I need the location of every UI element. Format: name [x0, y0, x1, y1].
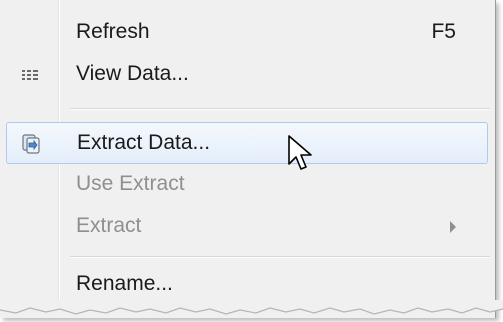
menu-item-label: Extract: [76, 214, 142, 237]
menu-item-shortcut: F5: [431, 20, 456, 43]
menu-item-view-data[interactable]: View Data...: [6, 54, 488, 96]
menu-item-extract-data[interactable]: Extract Data...: [6, 122, 488, 164]
submenu-arrow-icon: [450, 221, 456, 233]
menu-item-label: Rename...: [76, 272, 173, 295]
menu-item-label: Extract Data...: [77, 131, 211, 154]
context-menu: Refresh F5 View Data... Extract Data... …: [0, 0, 496, 318]
menu-item-extract[interactable]: Extract: [6, 206, 488, 248]
mouse-pointer-icon: [288, 135, 312, 170]
menu-item-use-extract[interactable]: Use Extract: [6, 164, 488, 206]
view-data-grid-icon: [20, 65, 40, 85]
menu-separator: [70, 108, 490, 110]
menu-separator: [70, 256, 490, 258]
torn-edge-decoration: [0, 300, 503, 315]
menu-item-label: View Data...: [76, 62, 189, 85]
menu-item-label: Refresh: [76, 20, 150, 43]
menu-item-label: Use Extract: [76, 172, 185, 195]
extract-data-icon: [20, 133, 40, 154]
menu-item-refresh[interactable]: Refresh F5: [6, 12, 488, 54]
